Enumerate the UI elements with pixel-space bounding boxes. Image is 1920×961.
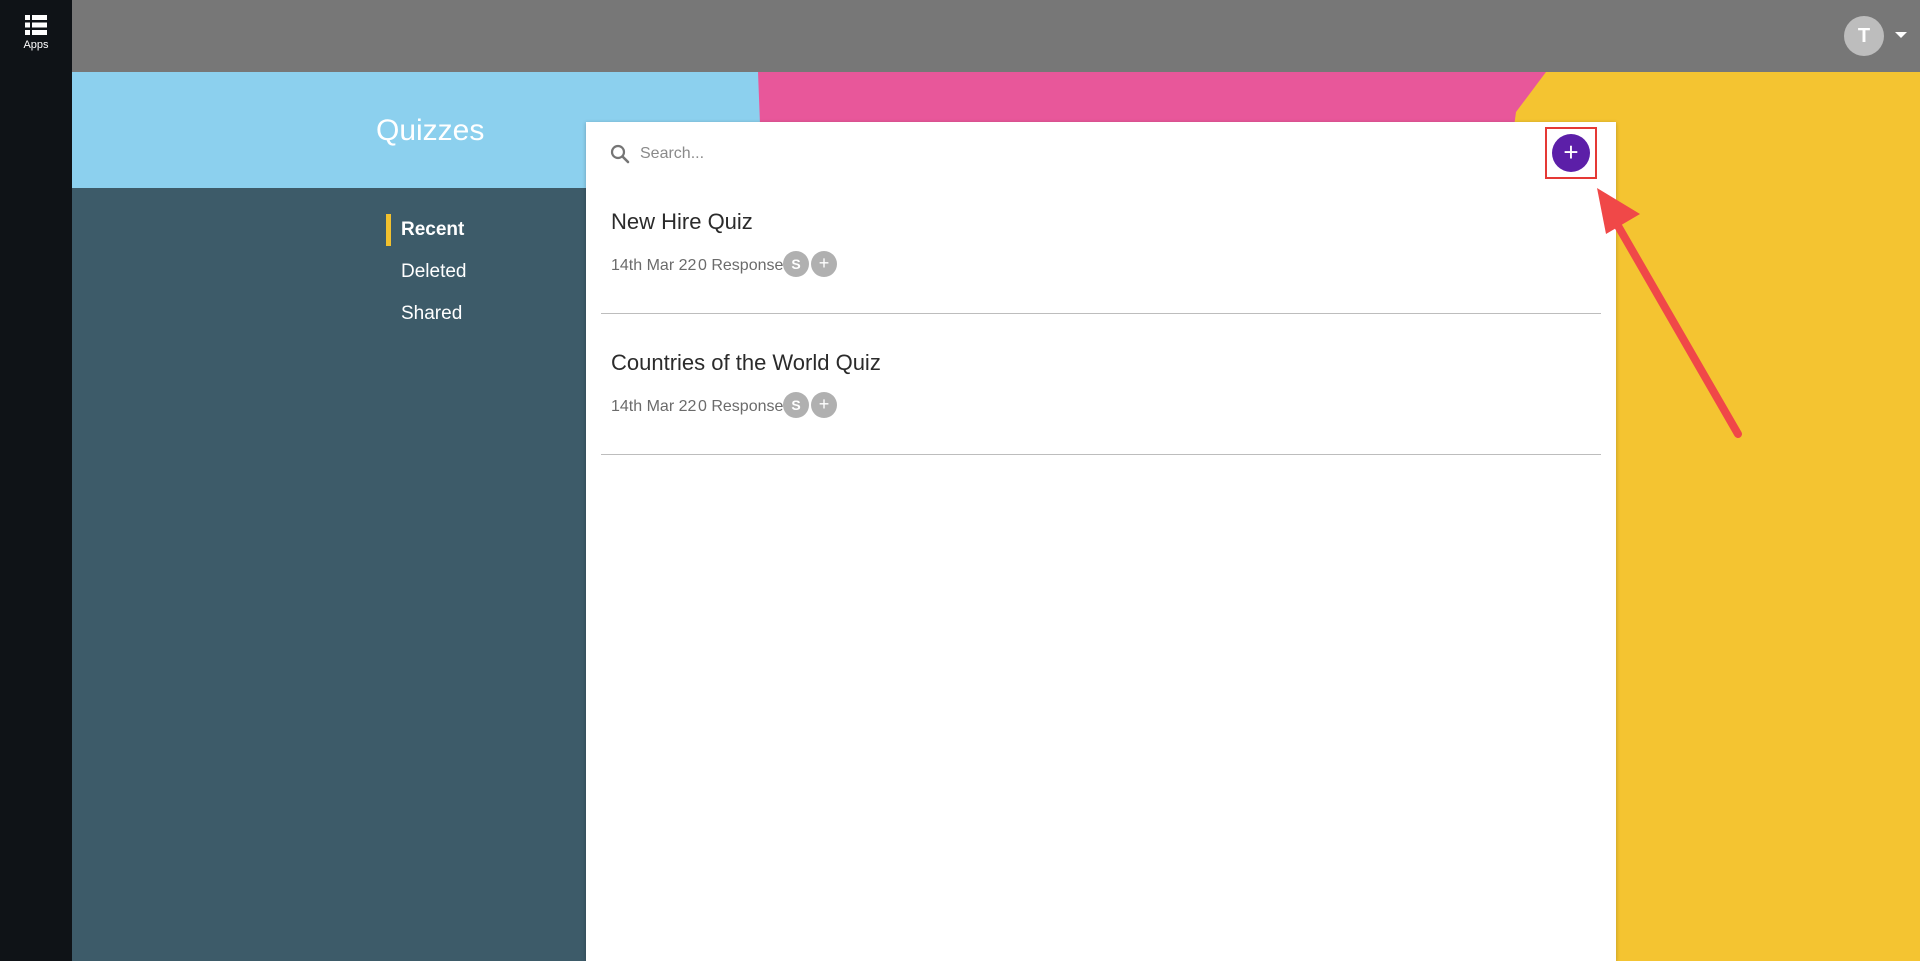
nav-item-deleted[interactable]: Deleted [401,261,467,283]
nav-item-shared[interactable]: Shared [401,303,462,325]
quiz-date: 14th Mar 22 [611,257,697,274]
apps-grid-icon [25,15,47,35]
quiz-row[interactable]: New Hire Quiz 14th Mar 22 0 Responses S … [601,173,1601,314]
sidebar-panel [72,188,586,961]
quiz-responses: 0 Responses [698,398,792,415]
search-input[interactable] [638,138,1242,170]
quiz-row[interactable]: Countries of the World Quiz 14th Mar 22 … [601,314,1601,455]
quiz-title[interactable]: Countries of the World Quiz [611,350,881,376]
quiz-title[interactable]: New Hire Quiz [611,209,753,235]
shared-user-avatar[interactable]: S [783,392,809,418]
add-quiz-button[interactable]: + [1552,134,1590,172]
add-share-button[interactable]: + [811,392,837,418]
quiz-date: 14th Mar 22 [611,398,697,415]
quiz-responses: 0 Responses [698,257,792,274]
page-title: Quizzes [376,114,485,147]
nav-active-indicator [386,214,391,246]
top-bar [72,0,1920,72]
add-share-button[interactable]: + [811,251,837,277]
apps-button[interactable]: Apps [0,8,72,60]
caret-down-icon[interactable] [1895,32,1907,38]
app-rail: Apps [0,0,72,961]
quiz-list-card: + New Hire Quiz 14th Mar 22 0 Responses … [586,122,1616,961]
search-icon [610,144,630,164]
apps-label: Apps [23,39,49,51]
shared-user-avatar[interactable]: S [783,251,809,277]
user-avatar[interactable]: T [1844,16,1884,56]
nav-item-recent[interactable]: Recent [401,219,464,241]
